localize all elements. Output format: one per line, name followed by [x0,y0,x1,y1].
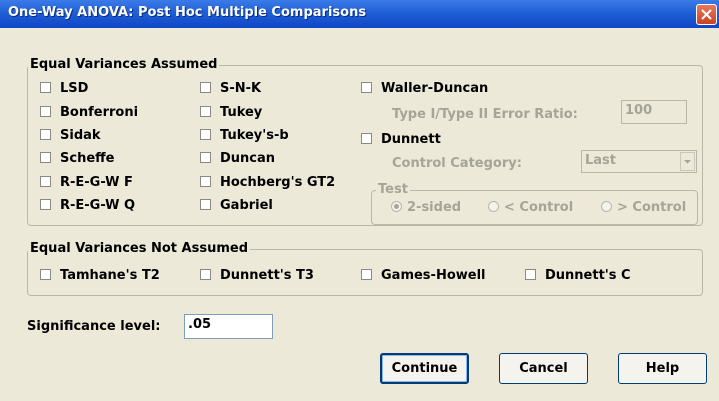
radio-label: > Control [617,200,687,215]
error-ratio-input[interactable]: 100 [621,100,687,124]
close-button[interactable] [696,4,717,25]
checkbox-box[interactable] [40,199,51,210]
checkbox-snk[interactable]: S-N-K [200,82,261,96]
checkbox-label: Bonferroni [60,105,139,120]
checkbox-box[interactable] [40,106,51,117]
checkbox-bonferroni[interactable]: Bonferroni [40,106,138,120]
control-category-value: Last [585,153,617,168]
radio-2-sided[interactable]: 2-sided [391,201,461,215]
radio-less-than-control[interactable]: < Control [488,201,573,215]
radio-label: 2-sided [407,200,462,215]
dialog-window: One-Way ANOVA: Post Hoc Multiple Compari… [0,0,719,401]
checkbox-box[interactable] [40,152,51,163]
checkbox-box[interactable] [525,269,536,280]
checkbox-label: Scheffe [60,151,115,166]
checkbox-dunnetts-c[interactable]: Dunnett's C [525,269,631,283]
radio-button[interactable] [488,201,499,212]
checkbox-lsd[interactable]: LSD [40,82,88,96]
checkbox-tukey[interactable]: Tukey [200,106,262,120]
equal-variances-assumed-legend: Equal Variances Assumed [30,57,218,72]
checkbox-box[interactable] [200,269,211,280]
radio-button[interactable] [601,201,612,212]
close-icon [701,9,712,20]
help-button[interactable]: Help [618,353,707,384]
radio-label: < Control [504,200,574,215]
checkbox-label: Gabriel [220,198,273,213]
test-legend: Test [378,182,408,197]
checkbox-label: R-E-G-W Q [60,198,136,213]
checkbox-label: Games-Howell [381,268,486,283]
checkbox-label: Tukey [220,105,263,120]
chevron-down-icon [684,160,691,164]
checkbox-box[interactable] [40,269,51,280]
checkbox-box[interactable] [200,176,211,187]
checkbox-duncan[interactable]: Duncan [200,152,275,166]
checkbox-box[interactable] [361,269,372,280]
checkbox-label: R-E-G-W F [60,175,133,190]
checkbox-label: Hochberg's GT2 [220,175,336,190]
equal-variances-not-assumed-legend: Equal Variances Not Assumed [30,241,249,256]
checkbox-sidak[interactable]: Sidak [40,129,101,143]
checkbox-tukeys-b[interactable]: Tukey's-b [200,129,289,143]
control-category-select[interactable]: Last [581,150,697,173]
checkbox-box[interactable] [200,199,211,210]
checkbox-label: Duncan [220,151,276,166]
checkbox-box[interactable] [361,133,372,144]
checkbox-dunnetts-t3[interactable]: Dunnett's T3 [200,269,314,283]
checkbox-label: Waller-Duncan [381,81,489,96]
checkbox-box[interactable] [200,152,211,163]
checkbox-label: S-N-K [220,81,262,96]
checkbox-tamhanes-t2[interactable]: Tamhane's T2 [40,269,160,283]
checkbox-label: Sidak [60,128,101,143]
checkbox-scheffe[interactable]: Scheffe [40,152,115,166]
checkbox-hochbergs-gt2[interactable]: Hochberg's GT2 [200,176,335,190]
checkbox-regw-q[interactable]: R-E-G-W Q [40,199,135,213]
checkbox-box[interactable] [40,82,51,93]
checkbox-games-howell[interactable]: Games-Howell [361,269,486,283]
checkbox-waller-duncan[interactable]: Waller-Duncan [361,82,488,96]
radio-greater-than-control[interactable]: > Control [601,201,686,215]
checkbox-regw-f[interactable]: R-E-G-W F [40,176,133,190]
error-ratio-label: Type I/Type II Error Ratio: [392,107,578,122]
continue-button[interactable]: Continue [380,353,469,384]
checkbox-label: Dunnett's T3 [220,268,314,283]
checkbox-box[interactable] [40,129,51,140]
cancel-button[interactable]: Cancel [499,353,588,384]
checkbox-box[interactable] [200,129,211,140]
checkbox-label: Tamhane's T2 [60,268,160,283]
checkbox-label: LSD [60,81,89,96]
checkbox-label: Tukey's-b [220,128,289,143]
control-category-label: Control Category: [392,156,522,171]
significance-level-input[interactable]: .05 [184,314,273,339]
checkbox-box[interactable] [200,106,211,117]
checkbox-dunnett[interactable]: Dunnett [361,133,441,147]
checkbox-label: Dunnett's C [545,268,631,283]
significance-level-label: Significance level: [27,319,161,334]
checkbox-box[interactable] [200,82,211,93]
window-title: One-Way ANOVA: Post Hoc Multiple Compari… [8,5,367,20]
checkbox-label: Dunnett [381,132,441,147]
checkbox-gabriel[interactable]: Gabriel [200,199,273,213]
dropdown-button[interactable] [680,152,695,171]
radio-button-selected[interactable] [391,201,402,212]
checkbox-box[interactable] [40,176,51,187]
title-bar: One-Way ANOVA: Post Hoc Multiple Compari… [0,0,719,28]
checkbox-box[interactable] [361,82,372,93]
